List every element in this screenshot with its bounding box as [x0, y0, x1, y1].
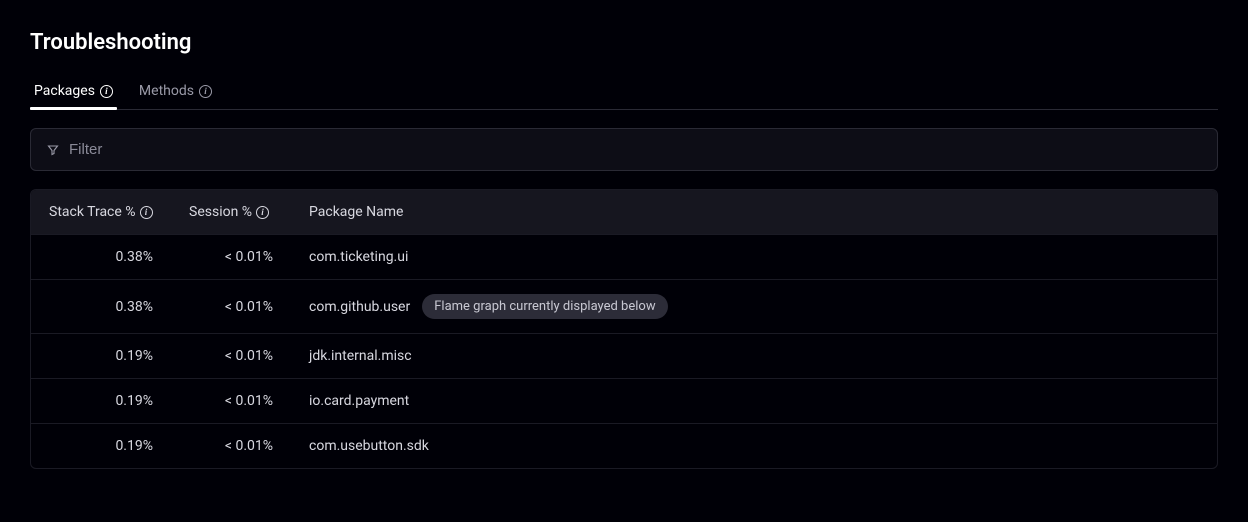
filter-input[interactable] — [69, 141, 1201, 158]
tab-packages[interactable]: Packages i — [30, 75, 117, 109]
cell-stack-trace: 0.38% — [49, 299, 189, 315]
cell-package-name-wrap: io.card.payment — [309, 393, 1199, 409]
cell-package-name: com.ticketing.ui — [309, 249, 408, 265]
tabs: Packages i Methods i — [30, 75, 1218, 110]
table-row[interactable]: 0.38%< 0.01%com.ticketing.ui — [31, 234, 1217, 279]
cell-package-name-wrap: com.usebutton.sdk — [309, 438, 1199, 454]
info-icon[interactable]: i — [199, 85, 212, 98]
table-header: Stack Trace % i Session % i Package Name — [31, 190, 1217, 234]
col-header-name[interactable]: Package Name — [309, 204, 1199, 220]
col-header-name-label: Package Name — [309, 204, 403, 220]
table-row[interactable]: 0.38%< 0.01%com.github.user Flame graph c… — [31, 279, 1217, 333]
table-row[interactable]: 0.19%< 0.01%jdk.internal.misc — [31, 333, 1217, 378]
info-icon[interactable]: i — [140, 206, 153, 219]
col-header-session[interactable]: Session % i — [189, 204, 309, 220]
flame-graph-badge: Flame graph currently displayed below — [422, 294, 667, 319]
table-row[interactable]: 0.19%< 0.01%com.usebutton.sdk — [31, 423, 1217, 468]
cell-stack-trace: 0.19% — [49, 438, 189, 454]
cell-package-name-wrap: jdk.internal.misc — [309, 348, 1199, 364]
cell-package-name-wrap: com.ticketing.ui — [309, 249, 1199, 265]
cell-stack-trace: 0.19% — [49, 348, 189, 364]
cell-session: < 0.01% — [189, 299, 309, 315]
cell-package-name: io.card.payment — [309, 393, 409, 409]
col-header-session-label: Session % — [189, 204, 252, 220]
packages-table: Stack Trace % i Session % i Package Name… — [30, 189, 1218, 469]
cell-session: < 0.01% — [189, 249, 309, 265]
cell-session: < 0.01% — [189, 393, 309, 409]
col-header-stack-label: Stack Trace % — [49, 204, 136, 220]
cell-package-name: jdk.internal.misc — [309, 348, 412, 364]
cell-package-name-wrap: com.github.user Flame graph currently dis… — [309, 294, 1199, 319]
info-icon[interactable]: i — [100, 85, 113, 98]
cell-session: < 0.01% — [189, 438, 309, 454]
tab-packages-label: Packages — [34, 83, 95, 99]
cell-stack-trace: 0.19% — [49, 393, 189, 409]
filter-icon — [47, 144, 59, 156]
col-header-stack[interactable]: Stack Trace % i — [49, 204, 189, 220]
cell-session: < 0.01% — [189, 348, 309, 364]
filter-box[interactable] — [30, 128, 1218, 171]
page-title: Troubleshooting — [30, 30, 1218, 55]
cell-package-name: com.usebutton.sdk — [309, 438, 429, 454]
tab-methods[interactable]: Methods i — [135, 75, 216, 109]
tab-methods-label: Methods — [139, 83, 194, 99]
cell-package-name: com.github.user — [309, 299, 410, 315]
info-icon[interactable]: i — [256, 206, 269, 219]
cell-stack-trace: 0.38% — [49, 249, 189, 265]
table-row[interactable]: 0.19%< 0.01%io.card.payment — [31, 378, 1217, 423]
